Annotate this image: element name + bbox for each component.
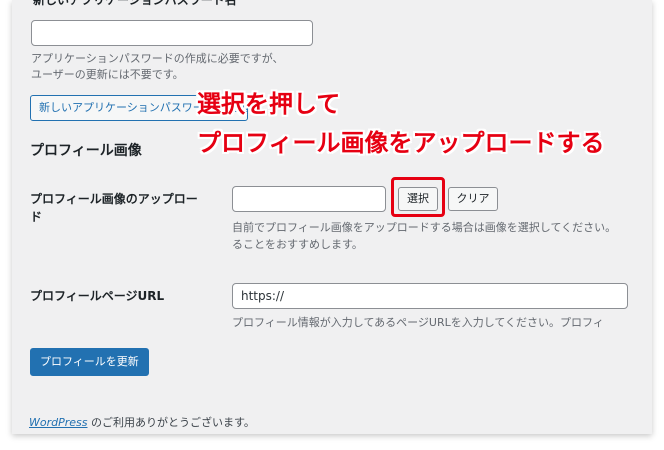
wordpress-link[interactable]: WordPress (29, 416, 88, 429)
profile-picture-upload-label-line1: プロフィール画像のアップロー (30, 192, 198, 206)
app-password-description-line1: アプリケーションパスワードの作成に必要ですが、 (31, 52, 284, 65)
clear-image-button[interactable]: クリア (448, 187, 498, 211)
profile-page-url-description: プロフィール情報が入力してあるページURLを入力してください。プロフィ (232, 316, 604, 329)
profile-picture-section-title: プロフィール画像 (30, 143, 142, 159)
annotation-line2: プロフィール画像をアップロードする (197, 129, 605, 157)
profile-picture-description-line1: 自前でプロフィール画像をアップロードする場合は画像を選択してください。 (232, 221, 617, 234)
annotation-line1: 選択を押して (197, 90, 341, 118)
profile-page-url-input[interactable]: https:// (232, 283, 628, 309)
profile-picture-upload-label-line2: ド (30, 210, 43, 224)
select-button-highlight-box (391, 177, 445, 217)
app-password-name-label: 新しいアプリケーションパスワード名 (33, 0, 237, 7)
app-password-name-input[interactable] (31, 20, 313, 46)
profile-picture-description-line2: ることをおすすめします。 (232, 238, 363, 251)
profile-picture-url-input[interactable] (232, 186, 386, 212)
profile-page-url-label: プロフィールページURL (30, 289, 165, 303)
profile-settings-panel: 新しいアプリケーションパスワード名 アプリケーションパスワードの作成に必要ですが… (12, 0, 652, 434)
update-profile-button[interactable]: プロフィールを更新 (30, 348, 149, 376)
footer-text: WordPress のご利用ありがとうございます。 (29, 414, 255, 430)
app-password-description-line2: ユーザーの更新には不要です。 (31, 68, 184, 81)
footer-thanks: のご利用ありがとうございます。 (87, 416, 255, 429)
